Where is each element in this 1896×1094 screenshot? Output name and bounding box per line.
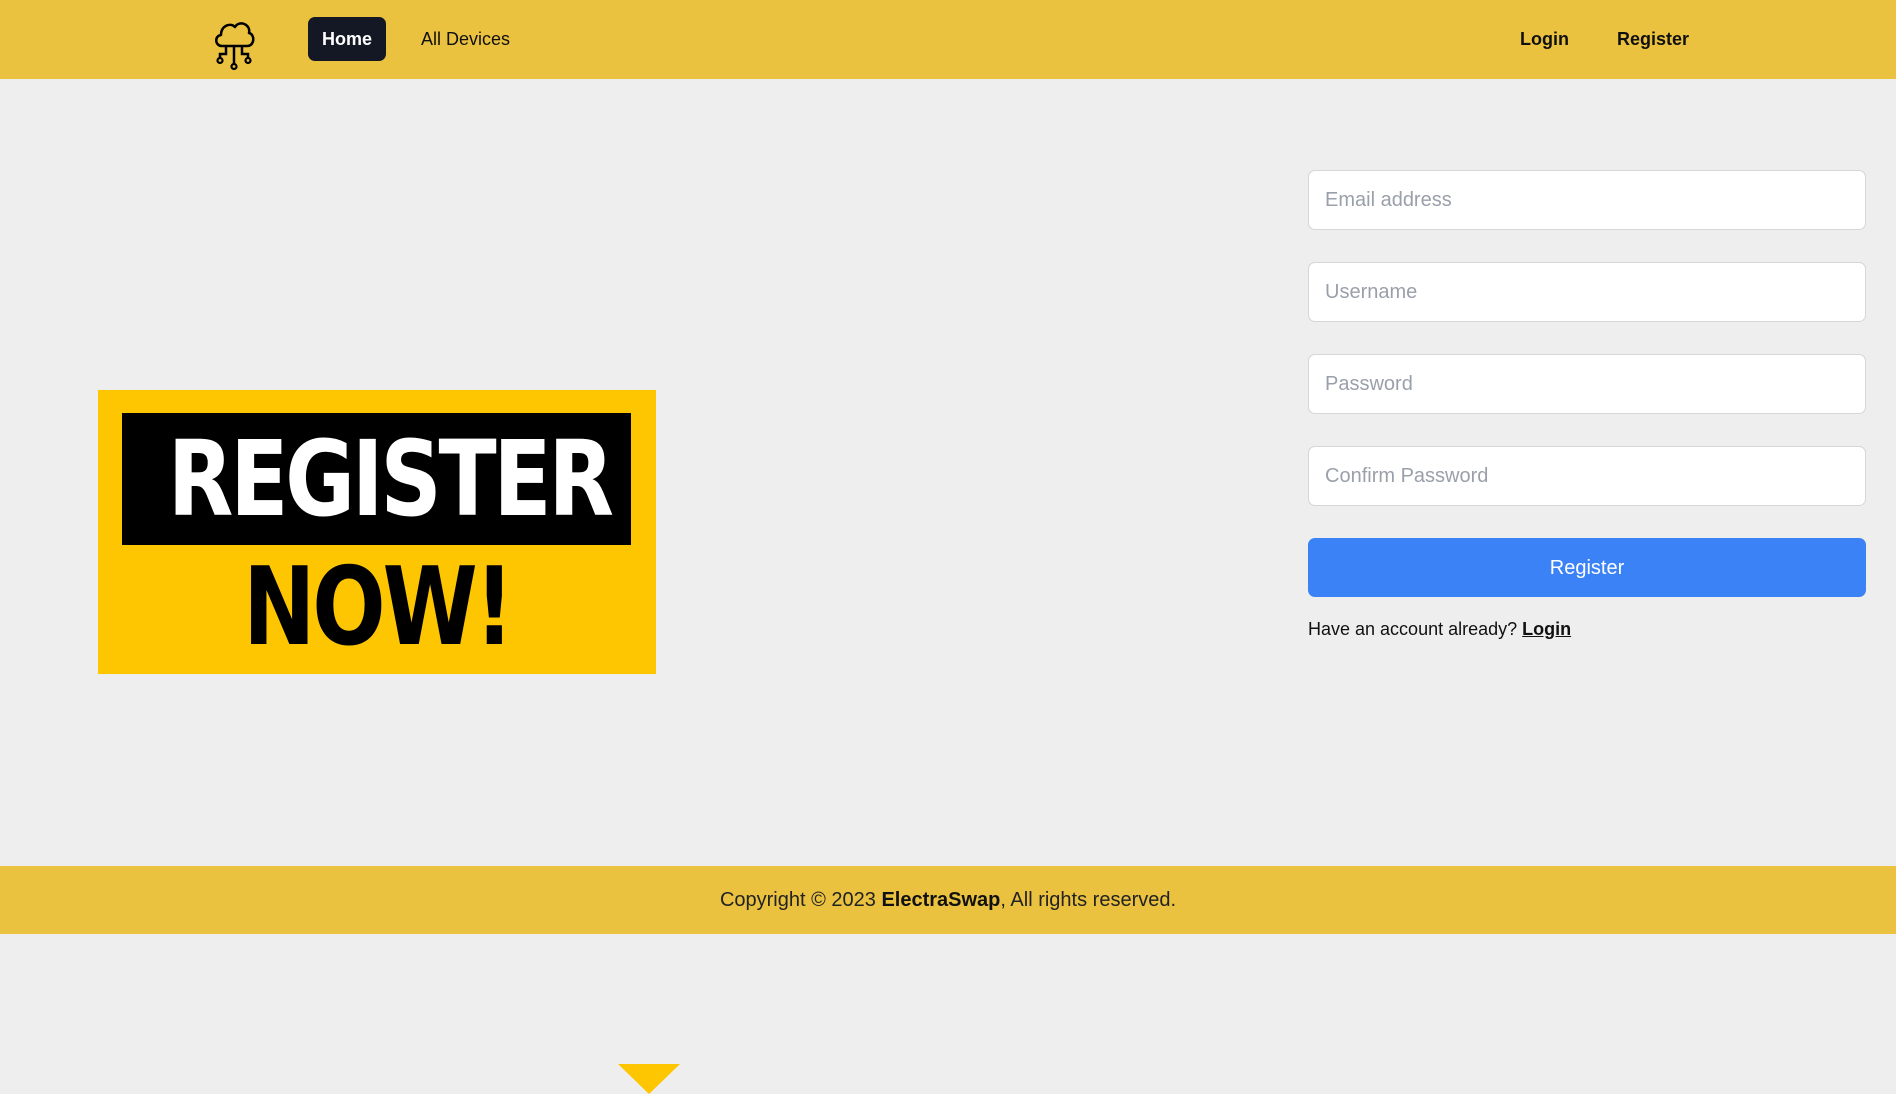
banner-line-now: NOW!: [243, 545, 514, 670]
footer-copyright-prefix: Copyright © 2023: [719, 889, 882, 911]
register-submit-button[interactable]: Register: [1308, 538, 1866, 597]
username-field[interactable]: [1308, 262, 1866, 322]
banner-speech-tail: [618, 1064, 680, 1094]
nav-home-button[interactable]: Home: [308, 17, 386, 61]
banner-line-register: REGISTER: [167, 418, 614, 540]
footer: Copyright © 2023 ElectraSwap, All rights…: [0, 866, 1896, 934]
email-field[interactable]: [1308, 170, 1866, 230]
password-field[interactable]: [1308, 354, 1866, 414]
register-now-banner: REGISTER NOW!: [98, 390, 680, 1094]
have-account-text: Have an account already?: [1308, 619, 1518, 639]
login-link[interactable]: Login: [1522, 619, 1571, 639]
footer-copyright-suffix: , All rights reserved.: [1000, 889, 1177, 911]
navbar: Home All Devices Login Register: [0, 0, 1896, 79]
nav-register-link[interactable]: Register: [1617, 17, 1689, 61]
nav-login-link[interactable]: Login: [1520, 17, 1569, 61]
confirm-password-field[interactable]: [1308, 446, 1866, 506]
banner-black-box: REGISTER: [122, 413, 631, 545]
cloud-circuit-icon[interactable]: [212, 16, 256, 72]
nav-all-devices-link[interactable]: All Devices: [421, 17, 510, 61]
footer-brand: ElectraSwap: [881, 889, 1001, 911]
have-account-line: Have an account already? Login: [1308, 619, 1571, 640]
